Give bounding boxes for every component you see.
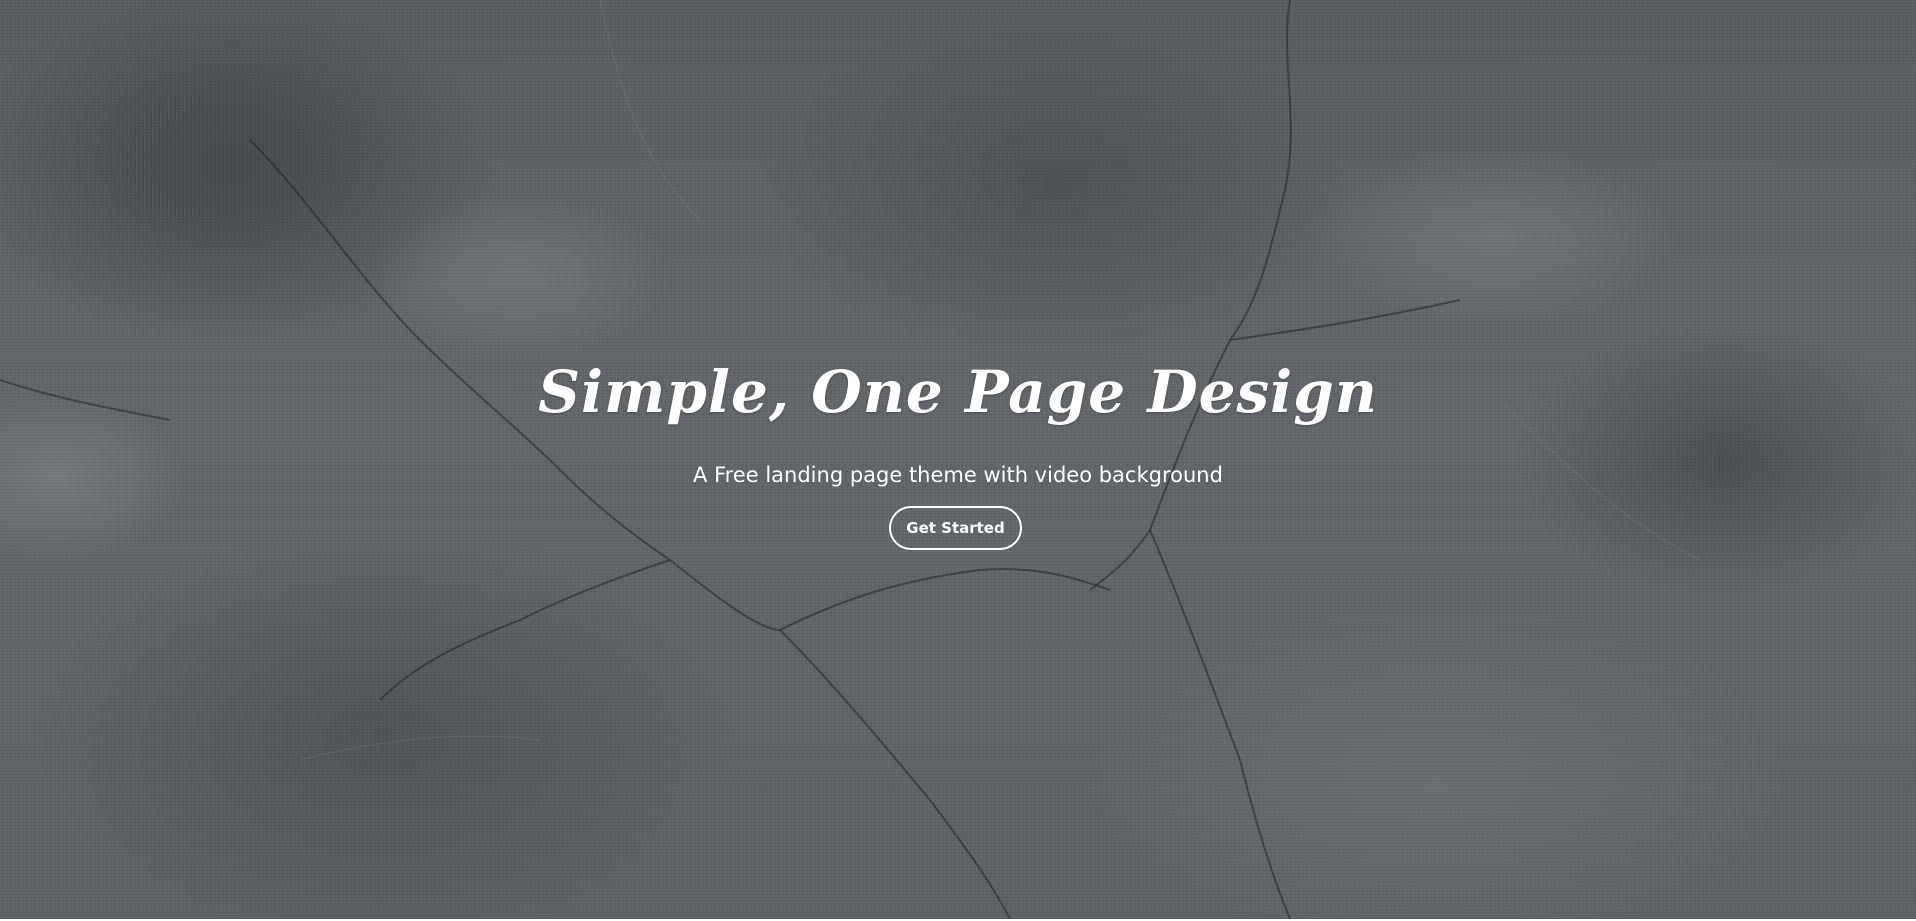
hero-content: Simple, One Page Design A Free landing p…	[0, 0, 1916, 919]
hero-section: Simple, One Page Design A Free landing p…	[0, 0, 1916, 919]
get-started-button[interactable]: Get Started	[889, 506, 1022, 550]
hero-title: Simple, One Page Design	[538, 358, 1378, 426]
hero-subtitle: A Free landing page theme with video bac…	[693, 463, 1223, 487]
